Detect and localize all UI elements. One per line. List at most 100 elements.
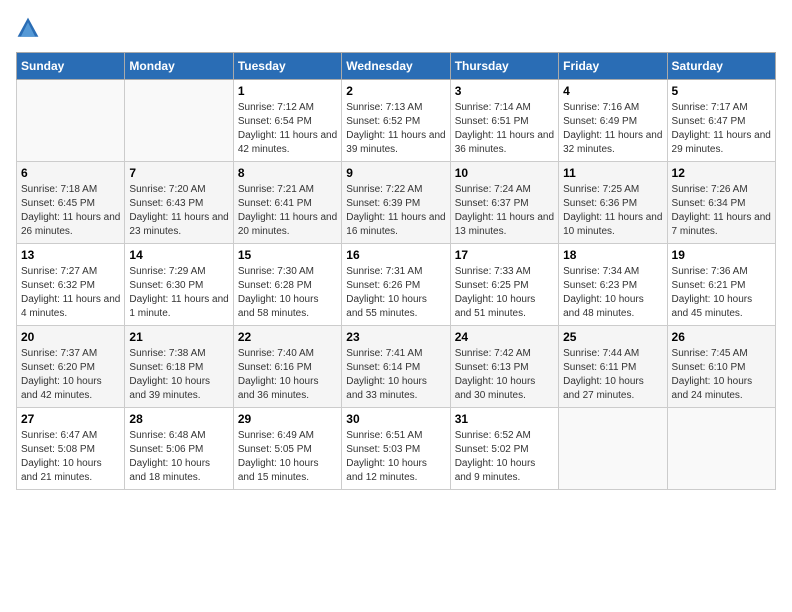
calendar-cell: 24 Sunrise: 7:42 AMSunset: 6:13 PMDayligh…: [450, 326, 558, 408]
day-detail: Sunrise: 7:13 AMSunset: 6:52 PMDaylight:…: [346, 101, 445, 157]
day-number: 9: [346, 166, 445, 180]
day-number: 30: [346, 412, 445, 426]
day-number: 25: [563, 330, 662, 344]
day-detail: Sunrise: 7:17 AMSunset: 6:47 PMDaylight:…: [672, 101, 771, 157]
day-detail: Sunrise: 7:42 AMSunset: 6:13 PMDaylight:…: [455, 347, 554, 403]
calendar-cell: 3Sunrise: 7:14 AMSunset: 6:51 PMDaylight…: [450, 80, 558, 162]
day-number: 5: [672, 84, 771, 98]
day-detail: Sunrise: 7:24 AMSunset: 6:37 PMDaylight:…: [455, 183, 554, 239]
calendar-week-3: 13 Sunrise: 7:27 AMSunset: 6:32 PMDayligh…: [17, 244, 776, 326]
calendar-cell: 31Sunrise: 6:52 AMSunset: 5:02 PMDayligh…: [450, 408, 558, 490]
day-number: 22: [238, 330, 337, 344]
calendar-cell: 18Sunrise: 7:34 AMSunset: 6:23 PMDayligh…: [559, 244, 667, 326]
day-number: 14: [129, 248, 228, 262]
calendar-cell: 25Sunrise: 7:44 AMSunset: 6:11 PMDayligh…: [559, 326, 667, 408]
calendar-cell: 15 Sunrise: 7:30 AMSunset: 6:28 PMDayligh…: [233, 244, 341, 326]
day-detail: Sunrise: 7:21 AMSunset: 6:41 PMDaylight:…: [238, 183, 337, 239]
col-header-wednesday: Wednesday: [342, 53, 450, 80]
day-detail: Sunrise: 7:12 AMSunset: 6:54 PMDaylight:…: [238, 101, 337, 157]
calendar-week-5: 27 Sunrise: 6:47 AMSunset: 5:08 PMDayligh…: [17, 408, 776, 490]
day-detail: Sunrise: 7:41 AMSunset: 6:14 PMDaylight:…: [346, 347, 445, 403]
calendar-cell: 26Sunrise: 7:45 AMSunset: 6:10 PMDayligh…: [667, 326, 775, 408]
day-detail: Sunrise: 7:45 AMSunset: 6:10 PMDaylight:…: [672, 347, 771, 403]
day-detail: Sunrise: 6:51 AMSunset: 5:03 PMDaylight:…: [346, 429, 445, 485]
day-detail: Sunrise: 7:38 AMSunset: 6:18 PMDaylight:…: [129, 347, 228, 403]
day-detail: Sunrise: 7:22 AMSunset: 6:39 PMDaylight:…: [346, 183, 445, 239]
calendar-cell: 20 Sunrise: 7:37 AMSunset: 6:20 PMDayligh…: [17, 326, 125, 408]
calendar-cell: 22 Sunrise: 7:40 AMSunset: 6:16 PMDayligh…: [233, 326, 341, 408]
calendar-cell: 13 Sunrise: 7:27 AMSunset: 6:32 PMDayligh…: [17, 244, 125, 326]
day-detail: Sunrise: 7:26 AMSunset: 6:34 PMDaylight:…: [672, 183, 771, 239]
day-number: 21: [129, 330, 228, 344]
day-detail: Sunrise: 6:52 AMSunset: 5:02 PMDaylight:…: [455, 429, 554, 485]
calendar-cell: 19 Sunrise: 7:36 AMSunset: 6:21 PMDayligh…: [667, 244, 775, 326]
day-number: 29: [238, 412, 337, 426]
calendar-cell: 1Sunrise: 7:12 AMSunset: 6:54 PMDaylight…: [233, 80, 341, 162]
day-detail: Sunrise: 7:18 AMSunset: 6:45 PMDaylight:…: [21, 183, 120, 239]
day-detail: Sunrise: 7:31 AMSunset: 6:26 PMDaylight:…: [346, 265, 445, 321]
calendar-cell: 2 Sunrise: 7:13 AMSunset: 6:52 PMDaylight…: [342, 80, 450, 162]
day-number: 12: [672, 166, 771, 180]
day-detail: Sunrise: 7:34 AMSunset: 6:23 PMDaylight:…: [563, 265, 662, 321]
calendar-cell: 17 Sunrise: 7:33 AMSunset: 6:25 PMDayligh…: [450, 244, 558, 326]
day-number: 2: [346, 84, 445, 98]
col-header-thursday: Thursday: [450, 53, 558, 80]
day-detail: Sunrise: 7:36 AMSunset: 6:21 PMDaylight:…: [672, 265, 771, 321]
day-number: 19: [672, 248, 771, 262]
day-number: 27: [21, 412, 120, 426]
calendar-cell: 4 Sunrise: 7:16 AMSunset: 6:49 PMDaylight…: [559, 80, 667, 162]
day-number: 23: [346, 330, 445, 344]
day-number: 13: [21, 248, 120, 262]
calendar-cell: 28 Sunrise: 6:48 AMSunset: 5:06 PMDayligh…: [125, 408, 233, 490]
calendar-table: SundayMondayTuesdayWednesdayThursdayFrid…: [16, 52, 776, 490]
calendar-cell: 10 Sunrise: 7:24 AMSunset: 6:37 PMDayligh…: [450, 162, 558, 244]
calendar-cell: 27 Sunrise: 6:47 AMSunset: 5:08 PMDayligh…: [17, 408, 125, 490]
day-number: 17: [455, 248, 554, 262]
day-detail: Sunrise: 6:47 AMSunset: 5:08 PMDaylight:…: [21, 429, 120, 485]
day-number: 20: [21, 330, 120, 344]
day-number: 15: [238, 248, 337, 262]
calendar-week-4: 20 Sunrise: 7:37 AMSunset: 6:20 PMDayligh…: [17, 326, 776, 408]
calendar-cell: 29 Sunrise: 6:49 AMSunset: 5:05 PMDayligh…: [233, 408, 341, 490]
day-detail: Sunrise: 7:30 AMSunset: 6:28 PMDaylight:…: [238, 265, 337, 321]
day-detail: Sunrise: 7:40 AMSunset: 6:16 PMDaylight:…: [238, 347, 337, 403]
calendar-cell: 16Sunrise: 7:31 AMSunset: 6:26 PMDayligh…: [342, 244, 450, 326]
calendar-cell: 12 Sunrise: 7:26 AMSunset: 6:34 PMDayligh…: [667, 162, 775, 244]
calendar-cell: 9 Sunrise: 7:22 AMSunset: 6:39 PMDaylight…: [342, 162, 450, 244]
calendar-cell: [125, 80, 233, 162]
day-detail: Sunrise: 7:33 AMSunset: 6:25 PMDaylight:…: [455, 265, 554, 321]
calendar-week-2: 6Sunrise: 7:18 AMSunset: 6:45 PMDaylight…: [17, 162, 776, 244]
day-number: 7: [129, 166, 228, 180]
calendar-cell: 8Sunrise: 7:21 AMSunset: 6:41 PMDaylight…: [233, 162, 341, 244]
calendar-cell: [559, 408, 667, 490]
calendar-cell: 11 Sunrise: 7:25 AMSunset: 6:36 PMDayligh…: [559, 162, 667, 244]
day-detail: Sunrise: 6:49 AMSunset: 5:05 PMDaylight:…: [238, 429, 337, 485]
day-detail: Sunrise: 7:16 AMSunset: 6:49 PMDaylight:…: [563, 101, 662, 157]
calendar-header-row: SundayMondayTuesdayWednesdayThursdayFrid…: [17, 53, 776, 80]
day-number: 24: [455, 330, 554, 344]
day-number: 10: [455, 166, 554, 180]
page-header: [16, 16, 776, 40]
day-number: 11: [563, 166, 662, 180]
logo-icon: [16, 16, 40, 40]
logo: [16, 16, 44, 40]
calendar-cell: 23 Sunrise: 7:41 AMSunset: 6:14 PMDayligh…: [342, 326, 450, 408]
col-header-sunday: Sunday: [17, 53, 125, 80]
col-header-saturday: Saturday: [667, 53, 775, 80]
calendar-cell: [17, 80, 125, 162]
day-detail: Sunrise: 7:14 AMSunset: 6:51 PMDaylight:…: [455, 101, 554, 157]
calendar-cell: 6Sunrise: 7:18 AMSunset: 6:45 PMDaylight…: [17, 162, 125, 244]
calendar-cell: 21 Sunrise: 7:38 AMSunset: 6:18 PMDayligh…: [125, 326, 233, 408]
day-number: 4: [563, 84, 662, 98]
calendar-cell: 14 Sunrise: 7:29 AMSunset: 6:30 PMDayligh…: [125, 244, 233, 326]
calendar-cell: 5 Sunrise: 7:17 AMSunset: 6:47 PMDaylight…: [667, 80, 775, 162]
day-detail: Sunrise: 7:27 AMSunset: 6:32 PMDaylight:…: [21, 265, 120, 321]
calendar-cell: 30 Sunrise: 6:51 AMSunset: 5:03 PMDayligh…: [342, 408, 450, 490]
col-header-tuesday: Tuesday: [233, 53, 341, 80]
day-detail: Sunrise: 7:29 AMSunset: 6:30 PMDaylight:…: [129, 265, 228, 321]
calendar-cell: [667, 408, 775, 490]
day-number: 28: [129, 412, 228, 426]
day-detail: Sunrise: 7:37 AMSunset: 6:20 PMDaylight:…: [21, 347, 120, 403]
day-detail: Sunrise: 7:25 AMSunset: 6:36 PMDaylight:…: [563, 183, 662, 239]
day-detail: Sunrise: 6:48 AMSunset: 5:06 PMDaylight:…: [129, 429, 228, 485]
